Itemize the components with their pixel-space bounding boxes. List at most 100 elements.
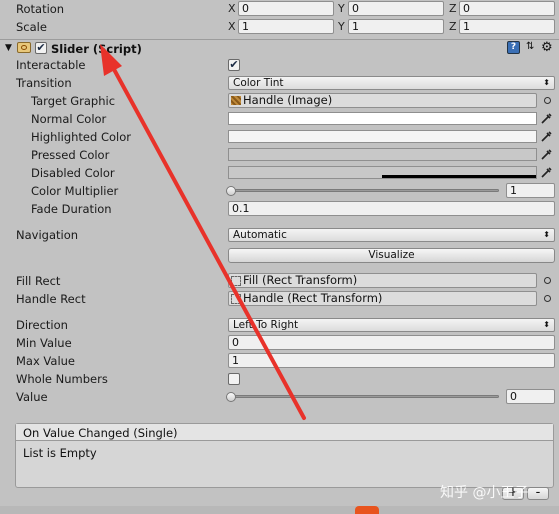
scale-x-field[interactable]: 1 bbox=[238, 19, 334, 34]
eyedropper-icon[interactable] bbox=[541, 166, 553, 178]
target-graphic-label: Target Graphic bbox=[31, 94, 116, 108]
interactable-row: Interactable ✔ bbox=[0, 56, 559, 74]
navigation-row: Navigation Automatic ⬍ bbox=[0, 226, 559, 244]
transition-label: Transition bbox=[16, 76, 72, 90]
whole-numbers-row: Whole Numbers bbox=[0, 370, 559, 388]
whole-numbers-checkbox[interactable] bbox=[228, 373, 240, 385]
rotation-x-axis: X bbox=[228, 2, 236, 15]
min-value-field[interactable]: 0 bbox=[228, 335, 555, 350]
component-header: ▼ ✔ Slider (Script) ? ⇅ ⚙ bbox=[0, 39, 559, 57]
help-icon[interactable]: ? bbox=[507, 41, 520, 54]
watermark-text: 知乎 @小王子 bbox=[440, 485, 529, 501]
on-value-changed-panel: On Value Changed (Single) List is Empty bbox=[15, 423, 554, 488]
pressed-color-row: Pressed Color bbox=[0, 146, 559, 164]
rotation-y-field[interactable]: 0 bbox=[348, 1, 444, 16]
scale-y-axis: Y bbox=[338, 20, 345, 33]
rect-transform-icon bbox=[231, 276, 241, 286]
direction-row: Direction Left To Right ⬍ bbox=[0, 316, 559, 334]
whole-numbers-label: Whole Numbers bbox=[16, 372, 108, 386]
normal-color-swatch[interactable] bbox=[228, 112, 537, 125]
transition-value: Color Tint bbox=[233, 77, 284, 89]
pressed-color-swatch[interactable] bbox=[228, 148, 537, 161]
scale-row: Scale X 1 Y 1 Z 1 bbox=[0, 18, 559, 36]
component-enabled-checkbox[interactable]: ✔ bbox=[35, 42, 47, 54]
eyedropper-icon[interactable] bbox=[541, 130, 553, 142]
fill-rect-field[interactable]: Fill (Rect Transform) bbox=[228, 273, 537, 288]
color-multiplier-slider-knob[interactable] bbox=[226, 186, 236, 196]
bottom-strip bbox=[0, 506, 559, 514]
highlighted-color-label: Highlighted Color bbox=[31, 130, 131, 144]
highlighted-color-row: Highlighted Color bbox=[0, 128, 559, 146]
eyedropper-icon[interactable] bbox=[541, 148, 553, 160]
interactable-checkbox[interactable]: ✔ bbox=[228, 59, 240, 71]
transition-dropdown[interactable]: Color Tint ⬍ bbox=[228, 76, 555, 90]
max-value-field[interactable]: 1 bbox=[228, 353, 555, 368]
max-value-label: Max Value bbox=[16, 354, 76, 368]
fade-duration-field[interactable]: 0.1 bbox=[228, 201, 555, 216]
handle-rect-field[interactable]: Handle (Rect Transform) bbox=[228, 291, 537, 306]
navigation-value: Automatic bbox=[233, 229, 287, 241]
direction-dropdown[interactable]: Left To Right ⬍ bbox=[228, 318, 555, 332]
rotation-z-axis: Z bbox=[449, 2, 457, 15]
gear-icon[interactable]: ⚙ bbox=[541, 40, 553, 55]
handle-rect-row: Handle Rect Handle (Rect Transform) bbox=[0, 290, 559, 308]
color-multiplier-field[interactable]: 1 bbox=[506, 183, 555, 198]
disabled-color-swatch[interactable] bbox=[228, 166, 537, 179]
event-title: On Value Changed (Single) bbox=[23, 426, 178, 440]
value-slider-track[interactable] bbox=[231, 395, 499, 398]
interactable-label: Interactable bbox=[16, 58, 86, 72]
preset-icon[interactable]: ⇅ bbox=[526, 41, 534, 52]
scale-z-field[interactable]: 1 bbox=[459, 19, 555, 34]
remove-listener-button[interactable]: - bbox=[527, 486, 549, 500]
scale-label: Scale bbox=[16, 20, 47, 34]
visualize-button[interactable]: Visualize bbox=[228, 248, 555, 263]
handle-rect-label: Handle Rect bbox=[16, 292, 86, 306]
object-picker-icon[interactable] bbox=[544, 97, 551, 104]
scale-z-axis: Z bbox=[449, 20, 457, 33]
target-graphic-value: Handle (Image) bbox=[243, 93, 333, 107]
disabled-color-label: Disabled Color bbox=[31, 166, 115, 180]
normal-color-label: Normal Color bbox=[31, 112, 107, 126]
pressed-color-label: Pressed Color bbox=[31, 148, 110, 162]
object-picker-icon[interactable] bbox=[544, 277, 551, 284]
fill-rect-label: Fill Rect bbox=[16, 274, 61, 288]
value-label: Value bbox=[16, 390, 48, 404]
color-multiplier-label: Color Multiplier bbox=[31, 184, 119, 198]
min-value-row: Min Value 0 bbox=[0, 334, 559, 352]
dropdown-arrows-icon: ⬍ bbox=[543, 230, 550, 239]
normal-color-row: Normal Color bbox=[0, 110, 559, 128]
rotation-row: Rotation X 0 Y 0 Z 0 bbox=[0, 0, 559, 18]
max-value-row: Max Value 1 bbox=[0, 352, 559, 370]
min-value-label: Min Value bbox=[16, 336, 72, 350]
fade-duration-row: Fade Duration 0.1 bbox=[0, 200, 559, 218]
highlighted-color-swatch[interactable] bbox=[228, 130, 537, 143]
foldout-arrow-icon[interactable]: ▼ bbox=[5, 43, 12, 53]
scale-x-axis: X bbox=[228, 20, 236, 33]
rotation-y-axis: Y bbox=[338, 2, 345, 15]
eyedropper-icon[interactable] bbox=[541, 112, 553, 124]
dropdown-arrows-icon: ⬍ bbox=[543, 78, 550, 87]
rotation-z-field[interactable]: 0 bbox=[459, 1, 555, 16]
target-graphic-row: Target Graphic Handle (Image) bbox=[0, 92, 559, 110]
value-row: Value 0 bbox=[0, 388, 559, 406]
script-icon bbox=[17, 42, 31, 53]
rotation-x-field[interactable]: 0 bbox=[238, 1, 334, 16]
handle-rect-value: Handle (Rect Transform) bbox=[243, 291, 383, 305]
event-header: On Value Changed (Single) bbox=[16, 424, 553, 441]
transition-row: Transition Color Tint ⬍ bbox=[0, 74, 559, 92]
rect-transform-icon bbox=[231, 294, 241, 304]
dropdown-arrows-icon: ⬍ bbox=[543, 320, 550, 329]
app-icon bbox=[355, 506, 379, 514]
fill-rect-row: Fill Rect Fill (Rect Transform) bbox=[0, 272, 559, 290]
image-icon bbox=[231, 96, 241, 105]
value-slider-knob[interactable] bbox=[226, 392, 236, 402]
fade-duration-label: Fade Duration bbox=[31, 202, 112, 216]
target-graphic-field[interactable]: Handle (Image) bbox=[228, 93, 537, 108]
value-field[interactable]: 0 bbox=[506, 389, 555, 404]
navigation-dropdown[interactable]: Automatic ⬍ bbox=[228, 228, 555, 242]
object-picker-icon[interactable] bbox=[544, 295, 551, 302]
alpha-bar bbox=[382, 175, 536, 178]
direction-value: Left To Right bbox=[233, 319, 299, 331]
color-multiplier-slider-track[interactable] bbox=[231, 189, 499, 192]
scale-y-field[interactable]: 1 bbox=[348, 19, 444, 34]
